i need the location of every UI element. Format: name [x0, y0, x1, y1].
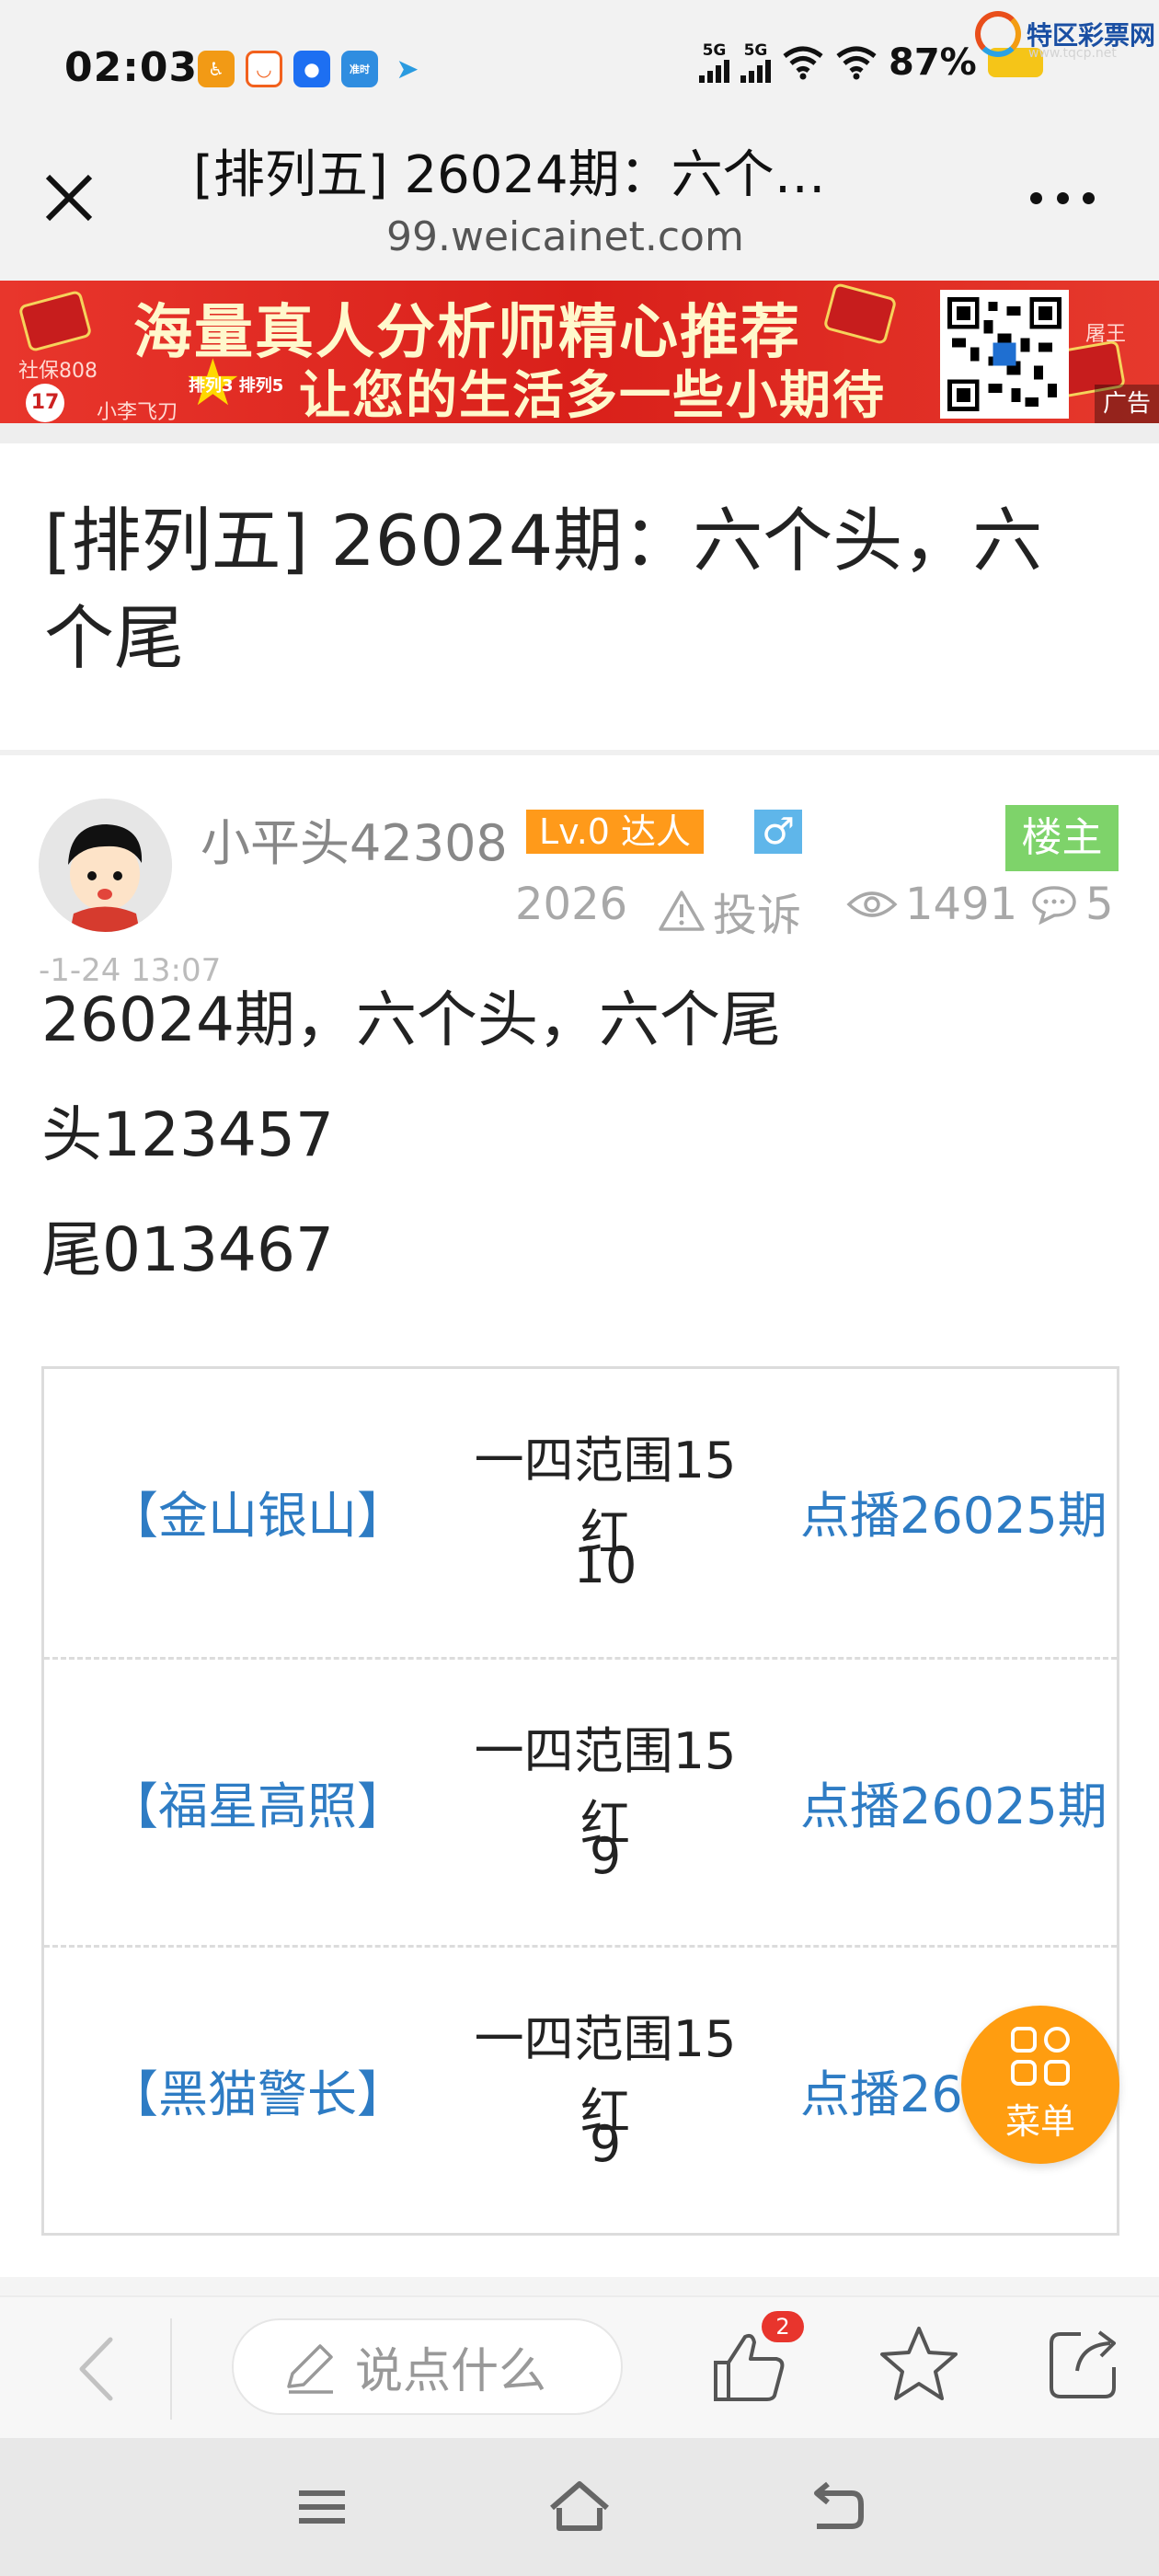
- qr-code-icon: [940, 290, 1069, 419]
- table-row: 【黑猫警长】 一四范围15红 9 点播26: [44, 1945, 1117, 2233]
- ad-number-ball: 17: [26, 384, 64, 422]
- expert-name-link[interactable]: 【黑猫警长】: [109, 2053, 407, 2126]
- back-icon[interactable]: [800, 2475, 874, 2539]
- watermark-site: www.tqcp.net: [1028, 46, 1117, 61]
- network-type-label: 5G: [743, 40, 768, 60]
- accessibility-app-icon: ♿: [198, 51, 235, 87]
- report-button[interactable]: 投诉: [658, 879, 801, 943]
- divider: [0, 750, 1159, 755]
- wifi-2-icon: [836, 46, 877, 80]
- schedule-app-icon: 准时: [341, 51, 378, 87]
- home-icon[interactable]: [543, 2475, 616, 2539]
- pencil-icon: [287, 2343, 333, 2394]
- author-name[interactable]: 小平头42308: [201, 802, 508, 875]
- shopping-app-icon: ◡: [246, 51, 282, 87]
- ad-badge-text: 排列3 排列5: [189, 376, 284, 396]
- chat-app-icon: ●: [293, 51, 330, 87]
- avatar[interactable]: [39, 799, 172, 932]
- menu-icon[interactable]: [285, 2475, 359, 2539]
- ad-subline: 让您的生活多一些小期待: [299, 366, 886, 423]
- status-app-icons: ♿ ◡ ● 准时 ➤: [198, 51, 426, 87]
- comments-count[interactable]: 5: [1030, 879, 1114, 930]
- thread-owner-badge: 楼主: [1005, 805, 1119, 871]
- battery-percent: 87%: [889, 41, 977, 84]
- post-year: 2026: [515, 879, 627, 930]
- signal-1-icon: 5G: [699, 40, 729, 83]
- post-body-line: 尾013467: [41, 1214, 334, 1285]
- warning-icon: [659, 891, 705, 931]
- post-body-line: 26024期，六个头，六个尾: [41, 984, 781, 1055]
- order-link[interactable]: 点播26025期: [800, 1475, 1107, 1547]
- section-gap: [0, 2277, 1159, 2295]
- page-title: [排列五] 26024期：六个…: [193, 145, 826, 205]
- report-label: 投诉: [713, 890, 802, 941]
- cartoon-avatar-icon: [39, 799, 172, 932]
- page: 02:03 ♿ ◡ ● 准时 ➤ 5G 5G 87% 特区彩票网 www.tqc…: [0, 0, 1159, 2576]
- toolbar-divider: [170, 2318, 172, 2420]
- eye-icon: [846, 891, 898, 917]
- signal-2-icon: 5G: [740, 40, 771, 83]
- comment-icon: [1032, 886, 1076, 925]
- order-link[interactable]: 点播26025期: [800, 1765, 1107, 1838]
- comment-input[interactable]: 说点什么: [232, 2318, 623, 2415]
- red-envelope-icon: [822, 282, 898, 346]
- close-icon[interactable]: [37, 166, 101, 230]
- comments-number: 5: [1085, 879, 1114, 930]
- watermark-swirl-icon: [975, 11, 1021, 57]
- expert-table: 【金山银山】 一四范围15红 10 点播26025期 【福星高照】 一四范围15…: [41, 1366, 1119, 2236]
- table-row: 【金山银山】 一四范围15红 10 点播26025期: [44, 1369, 1117, 1657]
- more-options-button[interactable]: [1030, 175, 1095, 221]
- views-number: 1491: [905, 879, 1018, 930]
- prediction-value: 10: [573, 1536, 637, 1594]
- post-body-line: 头123457: [41, 1099, 334, 1170]
- ad-label: 广告: [1095, 385, 1159, 423]
- order-link[interactable]: 点播26: [800, 2053, 963, 2126]
- views-count: 1491: [846, 879, 1017, 930]
- post-year-text: 2026: [515, 879, 628, 930]
- prediction-value: 9: [589, 2115, 622, 2173]
- send-app-icon: ➤: [396, 52, 419, 86]
- ad-small-text: 社保808: [18, 360, 98, 383]
- like-count-badge: 2: [762, 2311, 804, 2342]
- level-badge: Lv.0 达人: [526, 810, 705, 854]
- male-gender-icon: ♂: [754, 810, 802, 854]
- ad-small-text: 屠王: [1085, 323, 1127, 346]
- share-icon[interactable]: [1044, 2323, 1125, 2404]
- table-row: 【福星高照】 一四范围15红 9 点播26025期: [44, 1657, 1117, 1945]
- red-envelope-icon: [17, 289, 93, 353]
- back-arrow-icon[interactable]: [69, 2332, 124, 2406]
- wifi-icon: [783, 46, 823, 80]
- section-gap: [0, 423, 1159, 443]
- ad-banner[interactable]: 社保808 小李飞刀 屠王 17 ★ 排列3 排列5 海量真人分析师精心推荐 让…: [0, 281, 1159, 423]
- menu-label: 菜单: [1004, 2100, 1075, 2142]
- expert-name-link[interactable]: 【福星高照】: [109, 1765, 407, 1838]
- status-clock: 02:03: [64, 44, 199, 91]
- menu-fab-button[interactable]: 菜单: [961, 2006, 1119, 2164]
- grid-menu-icon: [1011, 2026, 1070, 2086]
- page-url: 99.weicainet.com: [386, 213, 744, 260]
- ad-small-text: 小李飞刀: [97, 401, 178, 423]
- prediction-value: 9: [589, 1827, 622, 1885]
- comment-placeholder: 说点什么: [355, 2344, 547, 2399]
- post-title: [排列五] 26024期：六个头，六个尾: [44, 500, 1043, 679]
- network-type-label: 5G: [702, 40, 727, 60]
- star-favorite-icon[interactable]: [878, 2323, 959, 2404]
- expert-name-link[interactable]: 【金山银山】: [109, 1475, 407, 1547]
